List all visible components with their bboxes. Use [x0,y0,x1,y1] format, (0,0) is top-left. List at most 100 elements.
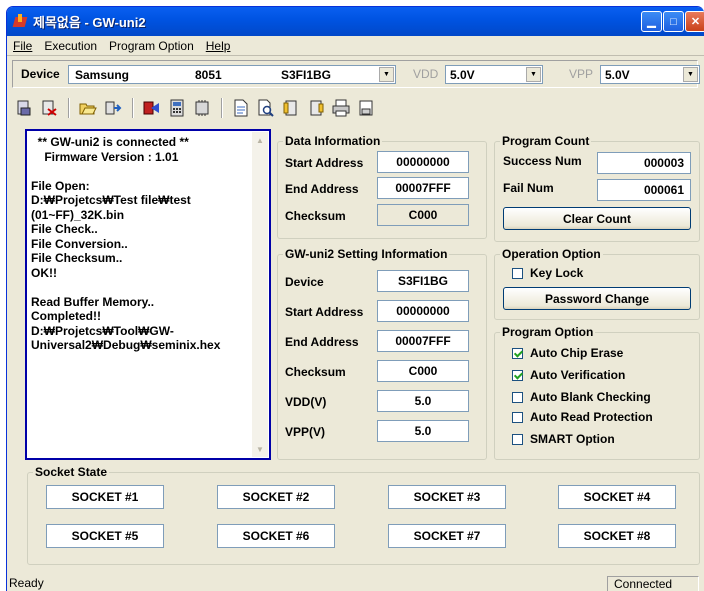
checkbox-box[interactable] [512,411,523,423]
checkbox-box[interactable] [512,347,523,359]
load-button[interactable] [101,97,125,119]
key-lock-label: Key Lock [530,266,584,280]
setting-device-label: Device [285,275,324,289]
minimize-button[interactable]: ▁ [641,11,662,32]
key-lock-box[interactable] [512,267,523,279]
protect-button[interactable] [304,97,328,119]
vpp-select[interactable]: 5.0V ▼ [600,65,700,84]
program-icon [143,101,159,115]
toolbar-separator [221,98,223,118]
program-option-checkbox[interactable]: Auto Read Protection [512,410,653,424]
data-end-address-field: 00007FFF [377,177,469,199]
vdd-value: 5.0V [450,67,475,82]
document-button[interactable] [229,97,253,119]
setting-start-address-field: 00000000 [377,300,469,322]
calculator-button[interactable] [165,97,189,119]
device-label: Device [21,67,60,81]
open-file-icon [79,103,97,115]
socket-6-indicator: SOCKET #6 [217,524,335,548]
data-start-address-label: Start Address [285,156,364,170]
program-option-checkbox[interactable]: Auto Chip Erase [512,346,623,360]
success-num-label: Success Num [503,154,582,168]
menu-help[interactable]: Help [206,39,231,53]
program-option-checkbox[interactable]: Auto Blank Checking [512,390,651,404]
memory-icon [195,100,209,116]
main-window: 제목없음 - GW-uni2 ▁ □ ✕ File Execution Prog… [6,6,704,591]
setting-information-title: GW-uni2 Setting Information [285,247,448,261]
log-scrollbar[interactable]: ▲ ▼ [252,132,268,457]
log-panel[interactable]: ** GW-uni2 is connected ** Firmware Vers… [25,129,271,460]
setting-vpp-label: VPP(V) [285,425,326,439]
program-option-title: Program Option [502,325,594,339]
socket-4-indicator: SOCKET #4 [558,485,676,509]
read-chip-icon [17,100,31,116]
print-button[interactable] [329,97,353,119]
save-icon [359,100,373,116]
vpp-value: 5.0V [605,67,630,82]
menu-execution[interactable]: Execution [44,39,97,53]
socket-8-indicator: SOCKET #8 [558,524,676,548]
memory-button[interactable] [190,97,214,119]
connection-status: Connected [607,576,699,591]
scroll-down-icon[interactable]: ▼ [252,441,268,457]
device-select[interactable]: Samsung 8051 S3FI1BG ▼ [68,65,396,84]
vdd-select[interactable]: 5.0V ▼ [445,65,543,84]
program-option-label: Auto Verification [530,368,626,382]
checkbox-box[interactable] [512,369,523,381]
data-information-title: Data Information [285,134,381,148]
setting-end-address-label: End Address [285,335,359,349]
maximize-button[interactable]: □ [663,11,684,32]
setting-checksum-label: Checksum [285,365,346,379]
minimize-icon: ▁ [647,16,656,28]
toolbar-separator [68,98,70,118]
socket-7-indicator: SOCKET #7 [388,524,506,548]
fail-num-field: 000061 [597,179,691,201]
search-doc-icon [258,99,274,117]
toolbar [12,93,698,123]
program-option-label: Auto Chip Erase [530,346,624,360]
app-icon [13,14,28,29]
clear-count-button[interactable]: Clear Count [503,207,691,230]
scroll-up-icon[interactable]: ▲ [252,132,268,148]
data-end-address-label: End Address [285,182,359,196]
print-icon [332,99,350,117]
maximize-icon: □ [670,15,677,28]
status-text: Ready [9,576,44,590]
open-file-button[interactable] [76,97,100,119]
device-manufacturer: Samsung [75,67,130,82]
close-icon: ✕ [690,16,701,28]
data-start-address-field: 00000000 [377,151,469,173]
key-lock-checkbox[interactable]: Key Lock [512,266,583,280]
log-text: ** GW-uni2 is connected ** Firmware Vers… [31,135,221,352]
socket-state-group: Socket State [27,465,700,565]
program-option-label: Auto Blank Checking [530,390,651,404]
program-button[interactable] [140,97,164,119]
erase-button[interactable] [37,97,61,119]
chevron-down-icon[interactable]: ▼ [683,67,698,82]
program-option-label: Auto Read Protection [530,410,653,424]
search-doc-button[interactable] [254,97,278,119]
socket-1-indicator: SOCKET #1 [46,485,164,509]
setting-checksum-field: C000 [377,360,469,382]
save-button[interactable] [354,97,378,119]
data-checksum-label: Checksum [285,209,346,223]
chevron-down-icon[interactable]: ▼ [379,67,394,82]
title-bar[interactable]: 제목없음 - GW-uni2 ▁ □ ✕ [7,7,704,36]
toolbar-separator [132,98,134,118]
menu-file[interactable]: File [13,39,32,53]
calculator-icon [170,99,184,117]
checkbox-box[interactable] [512,391,523,403]
setting-start-address-label: Start Address [285,305,364,319]
vpp-label: VPP [569,67,594,81]
close-button[interactable]: ✕ [685,11,704,32]
password-change-button[interactable]: Password Change [503,287,691,310]
read-chip-button[interactable] [12,97,36,119]
verify-button[interactable] [279,97,303,119]
data-checksum-field: C000 [377,204,469,226]
menu-program-option[interactable]: Program Option [109,39,194,53]
program-option-checkbox[interactable]: SMART Option [512,432,615,446]
program-option-checkbox[interactable]: Auto Verification [512,368,625,382]
checkbox-box[interactable] [512,433,523,445]
menu-bar: File Execution Program Option Help [7,36,704,56]
chevron-down-icon[interactable]: ▼ [526,67,541,82]
